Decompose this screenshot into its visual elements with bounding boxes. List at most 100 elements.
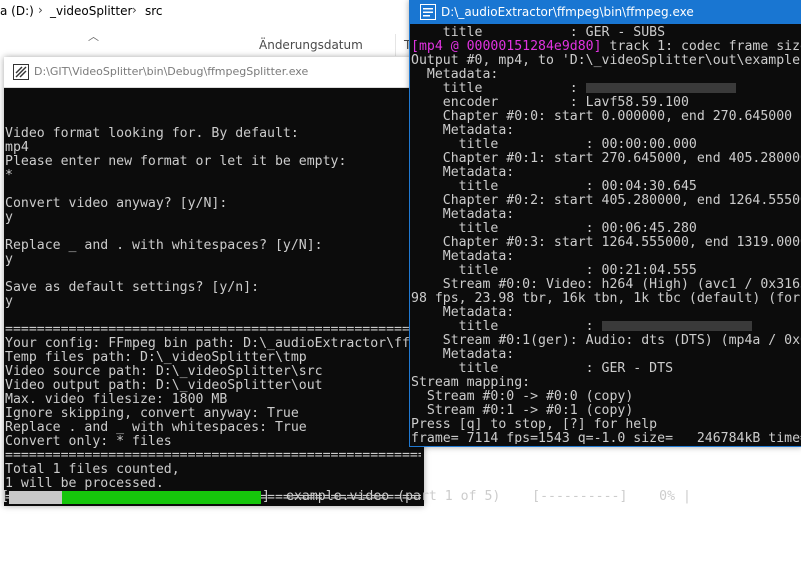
console-line: Convert only: * files [5, 434, 172, 449]
progress-status-text: example.video (part 1 of 5) [----------]… [286, 489, 691, 504]
chevron-right-icon[interactable]: › [38, 3, 43, 17]
console-line: title : GER - SUBS [411, 26, 665, 40]
console-line-text: Metadata: [411, 347, 515, 362]
console-line-text: Stream mapping: [411, 375, 531, 390]
console-line-text: Chapter #0:3: start 1264.555000, end 131… [411, 235, 801, 250]
console-line: title : [411, 320, 752, 334]
console-line: ========================================… [5, 448, 421, 463]
splitter-console-window[interactable]: D:\GIT\VideoSplitter\bin\Debug\ffmpegSpl… [4, 57, 424, 506]
console-line: Press [q] to stop, [?] for help [411, 418, 657, 432]
console-line: title : 00:00:00.000 [411, 138, 697, 152]
console-line: Stream mapping: [411, 376, 530, 390]
console-line: 98 fps, 23.98 tbr, 16k tbn, 1k tbc (defa… [411, 292, 801, 306]
console-line: Stream #0:0: Video: h264 (High) (avc1 / … [411, 278, 801, 292]
column-header-date[interactable]: Änderungsdatum [259, 38, 363, 52]
console-line-text: Output #0, mp4, to 'D:\_videoSplitter\ou… [411, 53, 801, 68]
console-line: title : GER - DTS [411, 362, 673, 376]
ffmpeg-console-window[interactable]: D:\_audioExtractor\ffmpeg\bin\ffmpeg.exe… [409, 0, 801, 447]
console-line: Metadata: [411, 306, 514, 320]
console-line: Stream #0:1 -> #0:1 (copy) [411, 404, 633, 418]
console-line: mp4 [5, 140, 29, 155]
console-line: Chapter #0:1: start 270.645000, end 405.… [411, 152, 801, 166]
console-line: Chapter #0:2: start 405.280000, end 1264… [411, 194, 801, 208]
console-line-text: title : 00:06:45.280 [411, 221, 697, 236]
redacted-text [601, 321, 752, 331]
console-line-text: title : GER - SUBS [411, 25, 666, 40]
console-output: title : GER - SUBS [mp4 @ 00000151284e9d8… [411, 24, 801, 445]
console-line-text: Press [q] to stop, [?] for help [411, 417, 658, 432]
console-line: 1 will be processed. [5, 476, 164, 491]
console-line-text: Metadata: [411, 207, 515, 222]
console-line-text: Metadata: [411, 305, 515, 320]
console-line: Metadata: [411, 348, 514, 362]
console-line: Chapter #0:3: start 1264.555000, end 131… [411, 236, 801, 250]
console-line: Your config: FFmpeg bin path: D:\_audioE… [5, 336, 421, 351]
console-line-text: encoder : Lavf58.59.100 [411, 95, 689, 110]
console-line-text: Chapter #0:0: start 0.000000, end 270.64… [411, 109, 793, 124]
console-line: title : 00:06:45.280 [411, 222, 697, 236]
console-line: frame= 7114 fps=1543 q=-1.0 size= 246784… [411, 431, 801, 445]
console-line-text: title : [411, 81, 586, 96]
console-line: Video output path: D:\_videoSplitter\out [5, 378, 323, 393]
address-bar[interactable]: a (D:) › _videoSplitter › src [0, 0, 410, 25]
window-title: D:\GIT\VideoSplitter\bin\Debug\ffmpegSpl… [34, 65, 309, 78]
console-line-text: Stream #0:0 -> #0:0 (copy) [411, 389, 634, 404]
console-line: Metadata: [411, 68, 498, 82]
console-app-icon [13, 64, 29, 80]
log-source-prefix: [mp4 @ 00000151284e9d80] [411, 39, 602, 54]
console-line-text: title : GER - DTS [411, 361, 674, 376]
console-line-text: Chapter #0:1: start 270.645000, end 405.… [411, 151, 801, 166]
console-line-text: Stream #0:0: Video: h264 (High) (avc1 / … [442, 277, 801, 292]
console-line-text: title : 00:04:30.645 [411, 179, 697, 194]
console-line: Video format looking for. By default: [5, 126, 299, 141]
console-line: Replace . and _ with whitespaces: True [5, 420, 307, 435]
console-line: Metadata: [411, 166, 514, 180]
console-line: y [5, 294, 13, 309]
console-line: Stream #0:1(ger): Audio: dts (DTS) (mp4a… [411, 334, 801, 348]
console-line: title : [411, 82, 736, 96]
sort-ascending-icon[interactable]: ︿ [88, 28, 99, 44]
console-line: Metadata: [411, 250, 514, 264]
console-app-icon [420, 4, 436, 20]
console-line-text: title : [411, 319, 602, 334]
progress-bar-fill [61, 491, 261, 504]
chevron-right-icon[interactable]: › [132, 3, 137, 17]
window-titlebar[interactable]: D:\_audioExtractor\ffmpeg\bin\ffmpeg.exe [410, 0, 801, 24]
column-divider[interactable] [395, 34, 396, 56]
breadcrumb-current[interactable]: src [145, 4, 163, 18]
console-line: Video source path: D:\_videoSplitter\src [5, 364, 323, 379]
console-line: [mp4 @ 00000151284e9d80] track 1: codec … [411, 40, 801, 54]
console-line: Total 1 files counted, [5, 462, 180, 477]
console-line-text: 98 fps, 23.98 tbr, 16k tbn, 1k tbc (defa… [411, 291, 801, 306]
console-line: Max. video filesize: 1800 MB [5, 392, 228, 407]
progress-open-bracket: [ [1, 489, 9, 504]
redacted-text [585, 83, 736, 93]
console-line: encoder : Lavf58.59.100 [411, 96, 689, 110]
console-line: Chapter #0:0: start 0.000000, end 270.64… [411, 110, 792, 124]
console-line-text: frame= 7114 fps=1543 q=-1.0 size= 246784… [411, 431, 801, 445]
console-line: Ignore skipping, convert anyway: True [5, 406, 299, 421]
console-line: y [5, 210, 13, 225]
progress-bar [9, 491, 261, 504]
console-line-text: Stream #0:1 -> #0:1 (copy) [411, 403, 634, 418]
console-line-text: Chapter #0:2: start 405.280000, end 1264… [411, 193, 801, 208]
console-line-text: Metadata: [411, 249, 515, 264]
console-line: Save as default settings? [y/n]: [5, 280, 260, 295]
console-line: y [5, 252, 13, 267]
window-titlebar[interactable]: D:\GIT\VideoSplitter\bin\Debug\ffmpegSpl… [4, 57, 424, 88]
console-line-text: Metadata: [411, 67, 499, 82]
console-line-text: Metadata: [411, 123, 515, 138]
console-line: title : 00:04:30.645 [411, 180, 697, 194]
console-line: Metadata: [411, 124, 514, 138]
console-line: Convert video anyway? [y/N]: [5, 196, 228, 211]
console-line: Stream #0:0 -> #0:0 (copy) [411, 390, 633, 404]
breadcrumb-drive[interactable]: a (D:) [0, 4, 34, 18]
console-line: Metadata: [411, 208, 514, 222]
console-line: Replace _ and . with whitespaces? [y/N]: [5, 238, 323, 253]
console-line-text: title : 00:21:04.555 [411, 263, 697, 278]
console-line-text: Metadata: [411, 165, 515, 180]
console-line: ========================================… [5, 322, 421, 337]
breadcrumb-folder[interactable]: _videoSplitter [50, 4, 132, 18]
console-line-text: Stream #0:1(ger): Audio: dts (DTS) (mp4a… [442, 333, 801, 348]
console-output: Video format looking for. By default: mp4… [5, 88, 421, 505]
